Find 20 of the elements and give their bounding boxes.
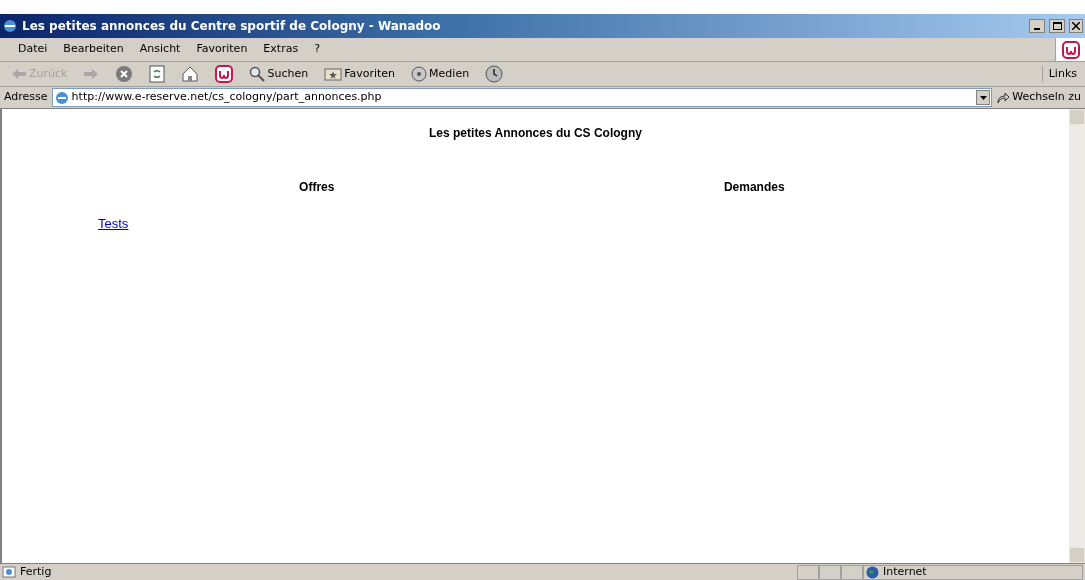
zone-text: Internet (883, 563, 927, 580)
menu-item[interactable]: Datei (10, 41, 56, 58)
page-heading: Les petites Annonces du CS Cologny (429, 124, 642, 142)
menu-item[interactable]: Ansicht (131, 41, 189, 58)
column-heading: Offres (299, 179, 335, 196)
window-title: Les petites annonces du Centre sportif de Cologny - Wanadoo (22, 18, 441, 35)
status-text: Fertig (19, 563, 53, 580)
column-heading: Demandes (723, 179, 785, 196)
toolbar-button[interactable]: Suchen (246, 63, 312, 85)
links-label[interactable]: Links (1041, 65, 1085, 83)
announcement-link[interactable]: Tests (98, 214, 129, 234)
address-label: Adresse (4, 89, 48, 106)
go-button[interactable]: Wechseln zu (996, 89, 1085, 106)
menu-item[interactable]: Favoriten (188, 41, 256, 58)
menu-item[interactable]: Extras (255, 41, 307, 58)
menu-item[interactable]: Bearbeiten (55, 41, 132, 58)
address-field[interactable]: http://www.e-reserve.net/cs_cologny/part_annonces.php (51, 88, 993, 107)
menu-item[interactable]: ? (306, 41, 328, 58)
toolbar-button[interactable]: Medien (408, 63, 473, 85)
toolbar-button[interactable]: Favoriten (321, 63, 399, 85)
